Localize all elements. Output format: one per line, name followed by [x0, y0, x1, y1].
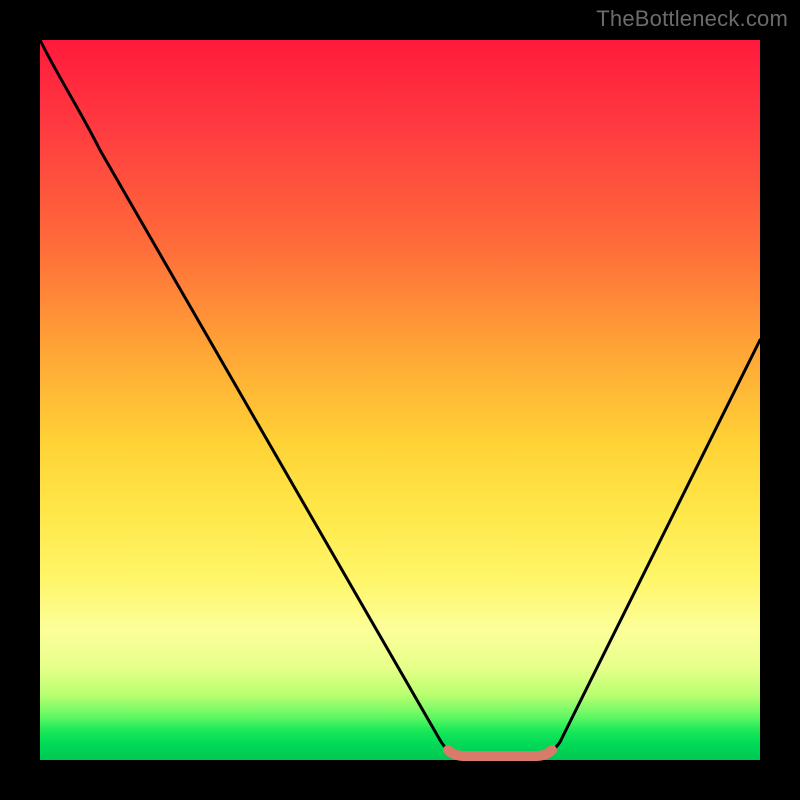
bottleneck-curve: [40, 40, 760, 756]
chart-svg: [40, 40, 760, 760]
min-marker: [448, 750, 552, 756]
chart-frame: TheBottleneck.com: [0, 0, 800, 800]
watermark-text: TheBottleneck.com: [596, 6, 788, 32]
chart-plot-area: [40, 40, 760, 760]
